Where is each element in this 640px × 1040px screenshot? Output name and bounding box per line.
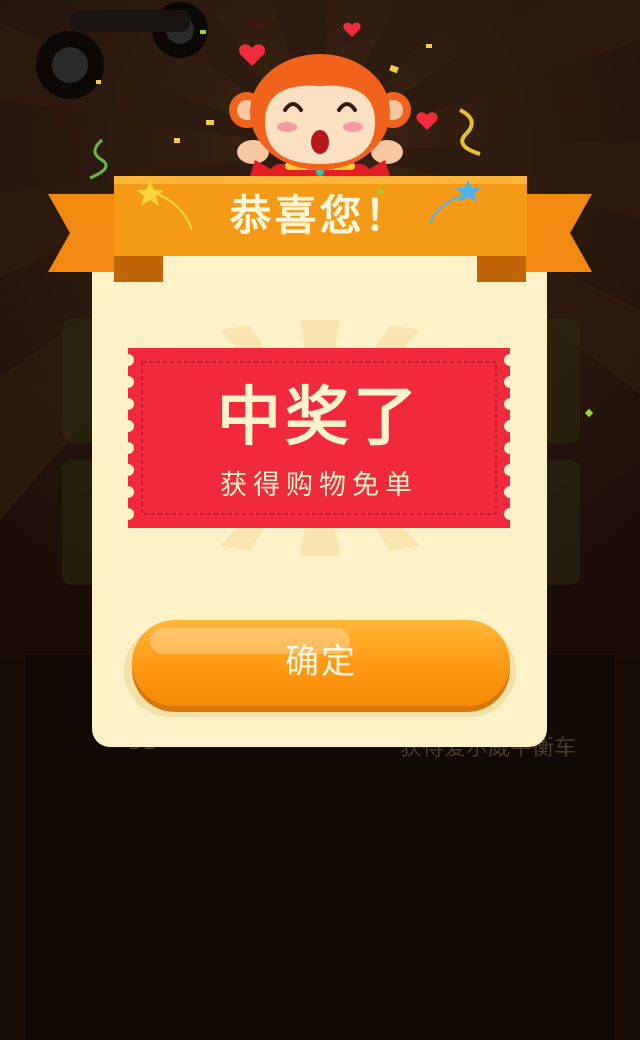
lottery-result-screen: 51 获得爱尔威平衡车 中奖了 获得 <box>0 0 640 1040</box>
confetti-decoration <box>89 19 594 418</box>
